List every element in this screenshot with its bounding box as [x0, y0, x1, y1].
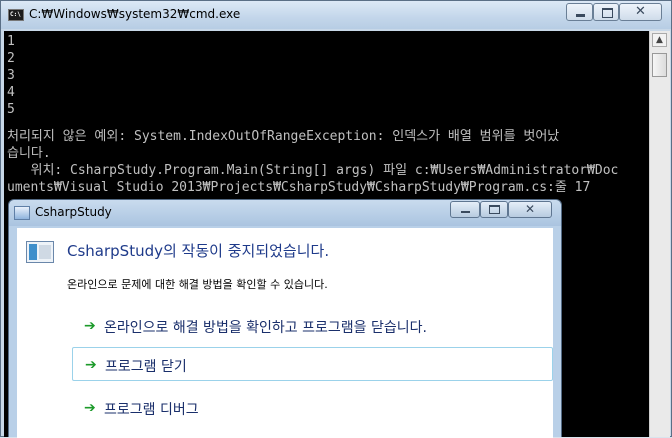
maximize-icon [602, 8, 613, 18]
scrollbar-thumb[interactable] [652, 53, 667, 77]
console-line: 2 [7, 51, 15, 66]
option-label: 온라인으로 해결 방법을 확인하고 프로그램을 닫습니다. [104, 320, 427, 336]
check-online-close-option[interactable]: ➔ 온라인으로 해결 방법을 확인하고 프로그램을 닫습니다. [72, 309, 553, 343]
green-arrow-icon: ➔ [85, 357, 97, 373]
dialog-close-button[interactable]: ✕ [508, 201, 552, 218]
cmd-vertical-scrollbar[interactable]: ▲ [649, 31, 670, 437]
dialog-title: CsharpStudy [35, 205, 112, 219]
green-arrow-icon: ➔ [84, 400, 96, 416]
console-line: 처리되지 않은 예외: System.IndexOutOfRangeExcept… [7, 129, 560, 144]
close-icon: ✕ [635, 4, 646, 19]
console-line: 4 [7, 85, 15, 100]
console-line: 3 [7, 68, 15, 83]
dialog-subtitle: 온라인으로 문제에 대한 해결 방법을 확인할 수 있습니다. [67, 278, 328, 291]
minimize-icon [461, 211, 470, 213]
console-line: 위치: CsharpStudy.Program.Main(String[] ar… [7, 163, 619, 178]
cmd-close-button[interactable]: ✕ [619, 3, 662, 21]
maximize-icon [489, 205, 500, 214]
console-line: 습니다. [7, 146, 51, 161]
console-line: uments₩Visual Studio 2013₩Projects₩Cshar… [7, 180, 591, 195]
dialog-app-icon [14, 206, 30, 220]
dialog-titlebar[interactable]: CsharpStudy ✕ [9, 200, 561, 226]
close-program-option[interactable]: ➔ 프로그램 닫기 [72, 347, 553, 381]
cmd-window-title: C:₩Windows₩system32₩cmd.exe [29, 7, 241, 21]
option-label: 프로그램 디버그 [104, 402, 199, 418]
program-window-icon [26, 241, 54, 263]
scroll-up-arrow-icon[interactable]: ▲ [652, 33, 667, 47]
minimize-icon [576, 14, 585, 17]
dialog-maximize-button[interactable] [480, 201, 508, 218]
dialog-minimize-button[interactable] [450, 201, 480, 218]
console-line: 1 [7, 34, 15, 49]
error-dialog: CsharpStudy ✕ CsharpStudy의 작동이 중지되었습니다. … [8, 199, 562, 438]
dialog-heading: CsharpStudy의 작동이 중지되었습니다. [67, 242, 330, 260]
console-line: 5 [7, 102, 15, 117]
cmd-minimize-button[interactable] [566, 3, 593, 21]
green-arrow-icon: ➔ [84, 318, 96, 334]
cmd-maximize-button[interactable] [593, 3, 619, 21]
dialog-body: CsharpStudy의 작동이 중지되었습니다. 온라인으로 문제에 대한 해… [17, 228, 553, 438]
option-label: 프로그램 닫기 [105, 359, 187, 375]
cmd-app-icon: C:\ [8, 9, 24, 21]
close-icon: ✕ [524, 202, 536, 216]
cmd-titlebar[interactable]: C:\ C:₩Windows₩system32₩cmd.exe ✕ [1, 1, 671, 29]
debug-program-option[interactable]: ➔ 프로그램 디버그 [72, 391, 553, 425]
